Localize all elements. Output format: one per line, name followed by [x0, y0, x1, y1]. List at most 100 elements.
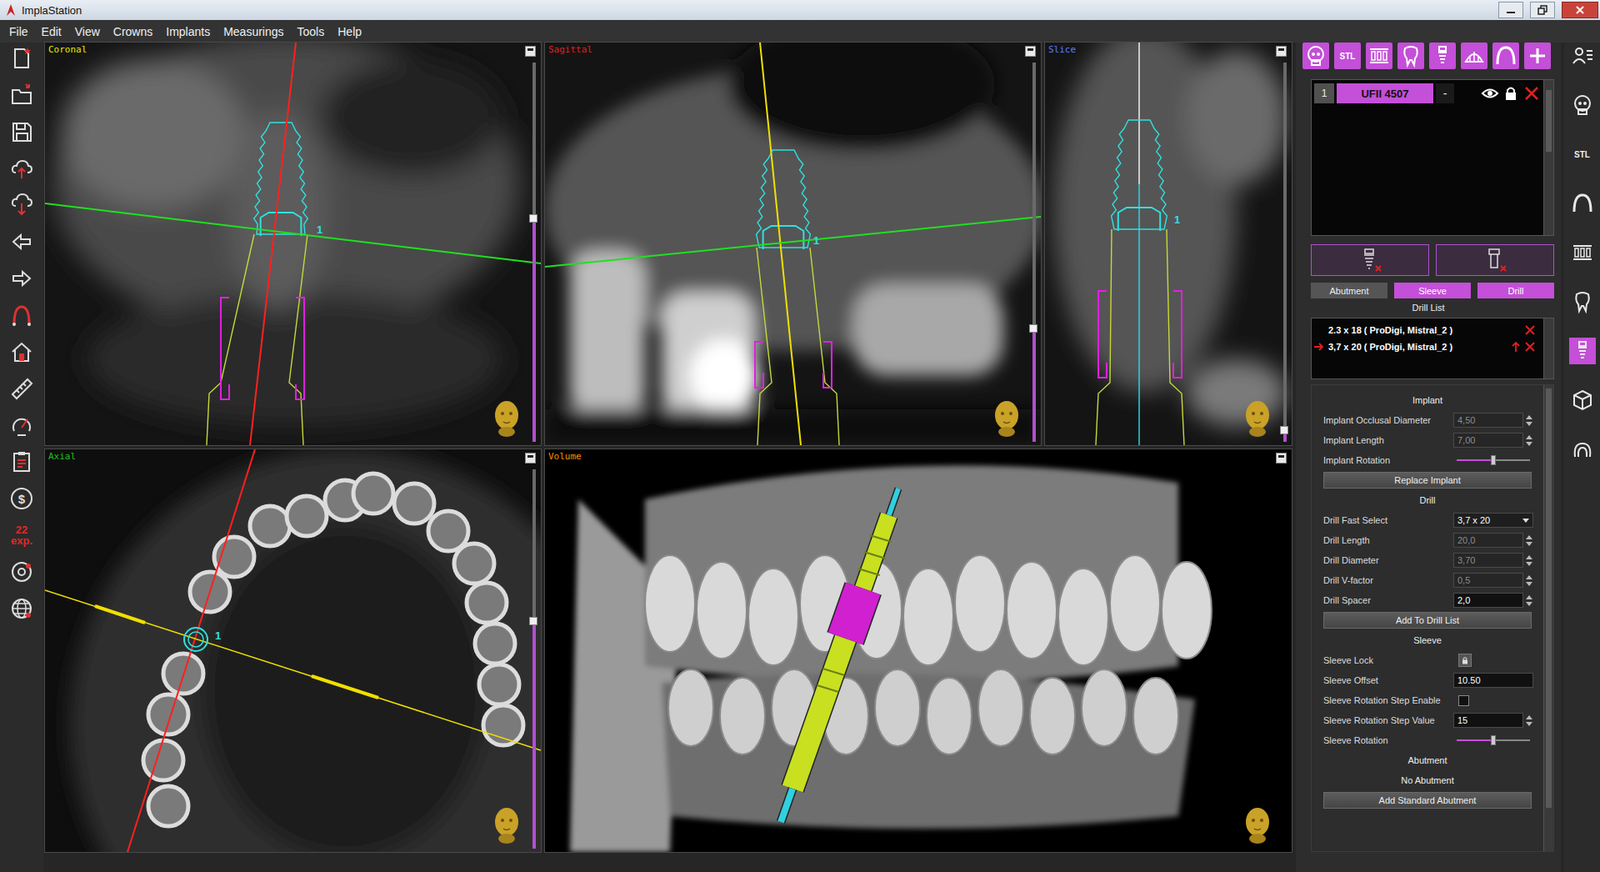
ct-image[interactable] [45, 449, 541, 852]
spin-down-icon[interactable] [1525, 441, 1533, 446]
panel-tool-button[interactable] [1397, 42, 1425, 70]
spinner[interactable] [1525, 715, 1534, 726]
menu-item[interactable]: Edit [35, 22, 68, 41]
side-tab[interactable] [1569, 386, 1596, 414]
tool-button[interactable] [9, 119, 35, 145]
rotation-slider[interactable] [1456, 459, 1530, 461]
spin-up-icon[interactable] [1525, 555, 1533, 560]
panel-tool-button[interactable] [1429, 42, 1456, 70]
place-implant-button[interactable] [1310, 244, 1430, 276]
slice-slider[interactable] [532, 62, 536, 442]
slice-slider[interactable] [532, 469, 536, 849]
menu-item[interactable]: Help [331, 22, 368, 41]
side-tab[interactable] [1569, 190, 1596, 217]
slice-slider[interactable] [1283, 62, 1287, 442]
maximize-icon[interactable] [1275, 45, 1287, 57]
ct-image[interactable] [1045, 42, 1292, 445]
side-tab[interactable] [1569, 42, 1596, 70]
panel-tool-button[interactable] [1365, 42, 1393, 70]
spin-up-icon[interactable] [1525, 575, 1533, 580]
tool-button[interactable] [9, 449, 35, 475]
drill-list-row[interactable]: 3,7 x 20 ( ProDigi, Mistral_2 ) [1311, 338, 1544, 355]
view-pane[interactable]: Volume [545, 449, 1292, 852]
tool-button[interactable] [9, 192, 35, 218]
rotation-slider[interactable] [1456, 739, 1530, 741]
mode-tab[interactable]: Abutment [1310, 282, 1388, 299]
head-orientation-icon[interactable] [490, 398, 523, 437]
spinner[interactable] [1525, 435, 1534, 446]
panel-tool-button[interactable] [1460, 42, 1488, 70]
value-field[interactable]: 2,0 [1453, 592, 1524, 608]
panel-tool-button[interactable] [1524, 42, 1551, 70]
place-sleeve-button[interactable] [1435, 244, 1555, 276]
slice-slider-handle[interactable] [529, 616, 538, 625]
slice-slider[interactable] [1032, 62, 1036, 442]
close-button[interactable] [1561, 1, 1599, 19]
tool-button[interactable] [9, 82, 35, 108]
eye-icon[interactable] [1480, 84, 1500, 103]
maximize-icon[interactable] [1275, 452, 1287, 464]
ct-image[interactable] [545, 449, 1292, 852]
slider-handle[interactable] [1490, 735, 1496, 745]
scrollbar[interactable] [1543, 318, 1554, 379]
spin-up-icon[interactable] [1525, 715, 1533, 720]
spin-up-icon[interactable] [1525, 435, 1533, 440]
spin-down-icon[interactable] [1525, 561, 1533, 566]
menu-item[interactable]: File [3, 22, 35, 41]
head-orientation-icon[interactable] [1241, 805, 1274, 844]
spinner[interactable] [1525, 575, 1534, 586]
tool-button[interactable] [9, 302, 35, 328]
tool-button[interactable] [9, 375, 35, 401]
collapse-toggle[interactable]: - [1435, 83, 1455, 104]
menu-item[interactable]: Measurings [217, 22, 290, 41]
view-pane[interactable]: Sagittal1 [545, 42, 1041, 445]
panel-tool-button[interactable] [1492, 42, 1520, 70]
fast-select-dropdown[interactable]: 3,7 x 20 [1453, 512, 1534, 528]
ct-image[interactable] [45, 42, 541, 445]
spin-up-icon[interactable] [1525, 595, 1533, 600]
menu-item[interactable]: Implants [160, 22, 216, 41]
view-pane[interactable]: Axial1 [45, 449, 541, 852]
spinner[interactable] [1525, 555, 1534, 566]
side-tab[interactable] [1569, 288, 1596, 315]
spin-down-icon[interactable] [1525, 721, 1533, 726]
spin-down-icon[interactable] [1525, 581, 1533, 586]
spinner[interactable] [1525, 535, 1534, 546]
spin-down-icon[interactable] [1525, 541, 1533, 546]
restore-button[interactable] [1530, 1, 1555, 19]
scrollbar[interactable] [1543, 385, 1554, 851]
remove-drill-icon[interactable] [1523, 340, 1537, 354]
spin-up-icon[interactable] [1525, 415, 1533, 420]
spinner[interactable] [1525, 415, 1534, 426]
tool-button[interactable] [9, 155, 35, 181]
side-tab[interactable] [1569, 91, 1596, 119]
sleeve-lock-button[interactable] [1458, 653, 1472, 667]
spin-down-icon[interactable] [1525, 601, 1533, 606]
view-pane[interactable]: Slice1 [1045, 42, 1292, 445]
scrollbar[interactable] [1543, 80, 1554, 235]
menu-item[interactable]: Crowns [107, 22, 159, 41]
spin-down-icon[interactable] [1525, 421, 1533, 426]
tool-button[interactable] [9, 229, 35, 255]
action-button[interactable]: Replace Implant [1323, 471, 1532, 489]
maximize-icon[interactable] [525, 45, 536, 57]
tool-button[interactable]: $ [9, 485, 35, 511]
slice-slider-handle[interactable] [1280, 425, 1289, 435]
remove-drill-icon[interactable] [1523, 323, 1537, 337]
move-up-icon[interactable] [1510, 340, 1522, 353]
mode-tab[interactable]: Drill [1477, 282, 1555, 299]
delete-icon[interactable] [1522, 84, 1541, 103]
view-pane[interactable]: Coronal1 [45, 42, 541, 445]
ct-image[interactable] [545, 42, 1041, 445]
tool-button[interactable] [9, 412, 35, 438]
action-button[interactable]: Add Standard Abutment [1323, 791, 1532, 809]
slider-handle[interactable] [1490, 455, 1496, 465]
side-tab[interactable] [1569, 337, 1596, 365]
side-tab[interactable] [1569, 239, 1596, 266]
head-orientation-icon[interactable] [1241, 398, 1274, 437]
checkbox[interactable] [1458, 695, 1470, 706]
drill-list-row[interactable]: 2.3 x 18 ( ProDigi, Mistral_2 ) [1311, 321, 1544, 339]
head-orientation-icon[interactable] [490, 805, 523, 844]
side-tab[interactable]: STL [1569, 140, 1596, 168]
tool-button[interactable] [9, 339, 35, 365]
